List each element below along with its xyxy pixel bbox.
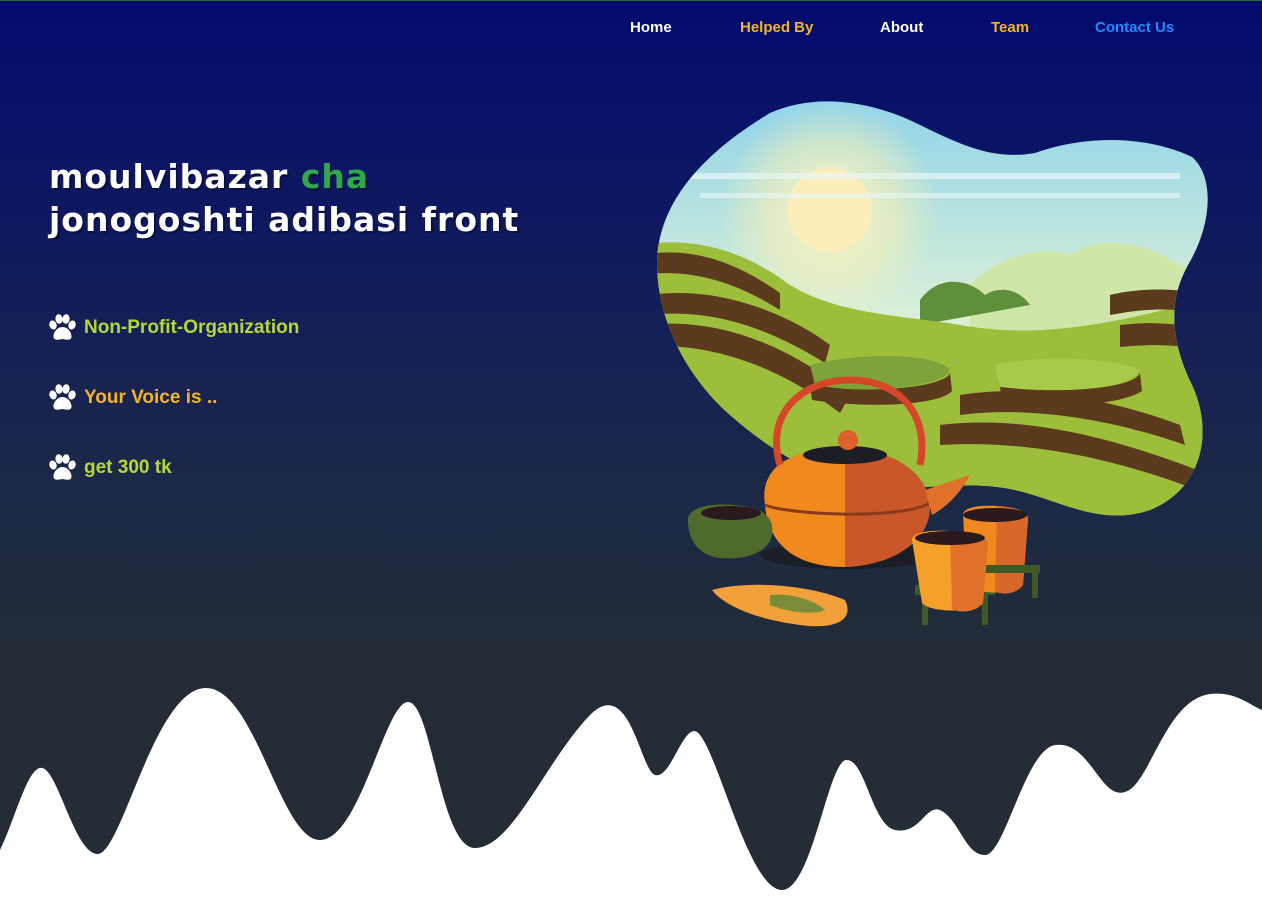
nav-helped-by-link[interactable]: Helped By bbox=[740, 19, 813, 36]
wave-divider bbox=[0, 687, 1262, 914]
feature-label: Non-Profit-Organization bbox=[84, 317, 300, 338]
feature-item: get 300 tk bbox=[47, 453, 172, 483]
feature-label: get 300 tk bbox=[84, 457, 172, 478]
feature-item: Your Voice is .. bbox=[47, 383, 217, 413]
hero-title-line2: jonogoshti adibasi front bbox=[49, 200, 520, 239]
nav-team-link[interactable]: Team bbox=[991, 19, 1029, 36]
nav-about-link[interactable]: About bbox=[880, 19, 923, 36]
paw-icon bbox=[47, 453, 78, 483]
paw-icon bbox=[47, 313, 78, 343]
hero-title-accent: cha bbox=[300, 157, 370, 196]
main-navigation: Home Helped By About Team Contact Us bbox=[0, 19, 1262, 41]
hero-title: moulvibazar cha jonogoshti adibasi front bbox=[49, 155, 519, 241]
hero-title-part1: moulvibazar bbox=[49, 157, 301, 196]
top-border bbox=[0, 0, 1262, 1]
feature-label: Your Voice is .. bbox=[84, 387, 218, 408]
nav-contact-link[interactable]: Contact Us bbox=[1095, 19, 1174, 36]
nav-home-link[interactable]: Home bbox=[630, 19, 672, 36]
paw-icon bbox=[47, 383, 78, 413]
tea-garden-illustration bbox=[657, 101, 1208, 627]
feature-item: Non-Profit-Organization bbox=[47, 313, 299, 343]
